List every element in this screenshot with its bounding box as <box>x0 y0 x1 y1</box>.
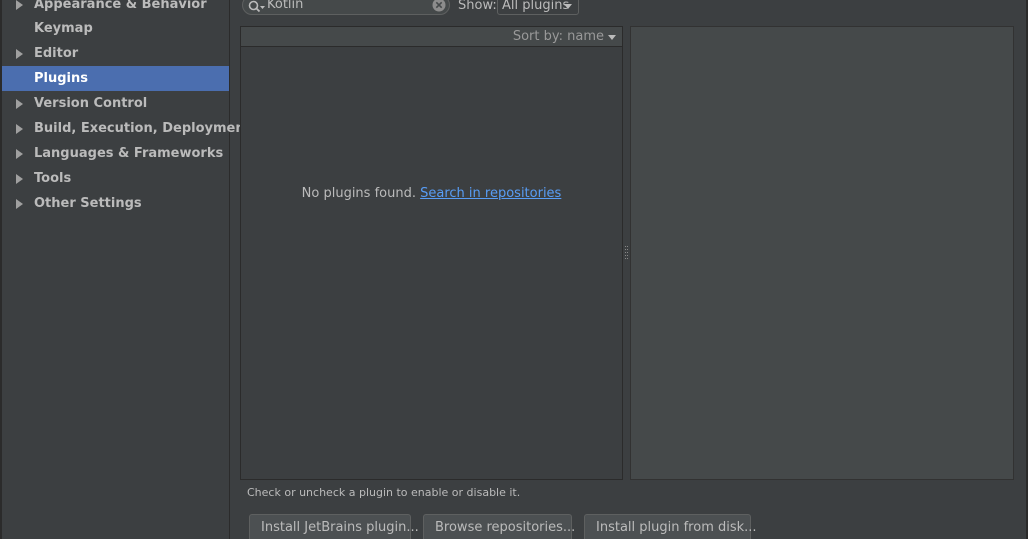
show-filter-value: All plugins <box>502 0 570 13</box>
expand-arrow-icon[interactable] <box>16 99 23 109</box>
sidebar-item-keymap[interactable]: Keymap <box>2 16 229 41</box>
search-in-repositories-link[interactable]: Search in repositories <box>420 186 561 201</box>
show-filter-dropdown[interactable]: All plugins <box>497 0 579 15</box>
sidebar-item-version-control[interactable]: Version Control <box>2 91 229 116</box>
sidebar-item-label: Tools <box>34 171 72 186</box>
sidebar-item-plugins[interactable]: Plugins <box>2 66 229 91</box>
plugin-list-header[interactable]: Sort by: name <box>241 27 622 47</box>
sidebar-item-label: Build, Execution, Deployment <box>34 121 251 136</box>
plugin-search-box[interactable] <box>242 0 450 15</box>
expand-arrow-icon[interactable] <box>16 124 23 134</box>
sidebar-item-languages-frameworks[interactable]: Languages & Frameworks <box>2 141 229 166</box>
expand-arrow-icon[interactable] <box>16 49 23 59</box>
sidebar-item-editor[interactable]: Editor <box>2 41 229 66</box>
install-jetbrains-plugin-button[interactable]: Install JetBrains plugin... <box>249 514 419 539</box>
sidebar-item-label: Editor <box>34 46 79 61</box>
install-plugin-from-disk-button[interactable]: Install plugin from disk... <box>584 514 757 539</box>
settings-sidebar: Appearance & Behavior Keymap Editor Plug… <box>2 0 251 539</box>
empty-list-message: No plugins found. Search in repositories <box>241 185 622 203</box>
clear-icon[interactable] <box>432 0 446 12</box>
chevron-down-icon <box>564 4 572 9</box>
sidebar-item-label: Keymap <box>34 21 93 36</box>
sidebar-item-tools[interactable]: Tools <box>2 166 229 191</box>
expand-arrow-icon[interactable] <box>16 149 23 159</box>
no-plugins-text: No plugins found. <box>301 186 416 201</box>
sidebar-item-label: Other Settings <box>34 196 142 211</box>
sidebar-item-label: Appearance & Behavior <box>34 0 207 12</box>
expand-arrow-icon[interactable] <box>16 0 23 10</box>
splitter-handle-icon[interactable] <box>624 245 629 261</box>
search-input[interactable] <box>267 0 427 13</box>
search-icon[interactable] <box>248 0 266 14</box>
chevron-down-icon[interactable] <box>608 35 616 40</box>
sidebar-item-build-execution-deployment[interactable]: Build, Execution, Deployment <box>2 116 251 141</box>
sidebar-item-other-settings[interactable]: Other Settings <box>2 191 229 216</box>
expand-arrow-icon[interactable] <box>16 199 23 209</box>
sidebar-item-label: Version Control <box>34 96 148 111</box>
enable-disable-hint: Check or uncheck a plugin to enable or d… <box>247 486 521 499</box>
expand-arrow-icon[interactable] <box>16 174 23 184</box>
sidebar-item-label: Languages & Frameworks <box>34 146 224 161</box>
browse-repositories-button[interactable]: Browse repositories... <box>423 514 575 539</box>
sort-by-label[interactable]: Sort by: name <box>513 28 604 46</box>
plugin-list[interactable]: Sort by: name No plugins found. Search i… <box>240 26 623 480</box>
settings-window: Appearance & Behavior Keymap Editor Plug… <box>0 0 1028 539</box>
sidebar-item-appearance-behavior[interactable]: Appearance & Behavior <box>2 0 229 17</box>
plugin-details-panel <box>630 26 1014 480</box>
show-filter-label: Show: <box>458 0 497 13</box>
sidebar-item-label: Plugins <box>34 71 88 86</box>
